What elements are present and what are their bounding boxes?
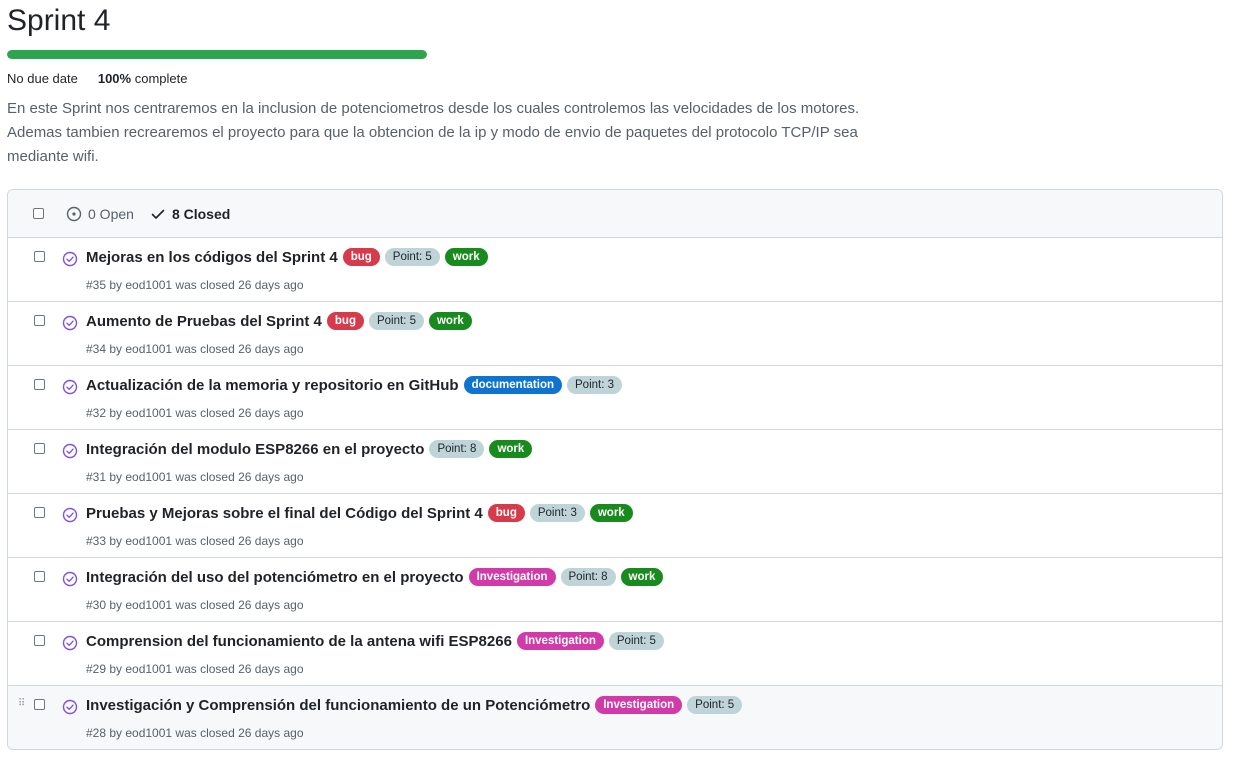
label-investigation[interactable]: Investigation [516, 632, 604, 650]
issue-title-link[interactable]: Investigación y Comprensión del funciona… [86, 697, 590, 714]
milestone-description: En este Sprint nos centraremos en la inc… [7, 97, 947, 169]
issue-title-line: Integración del modulo ESP8266 en el pro… [86, 440, 533, 458]
issue-list: Mejoras en los códigos del Sprint 4 bug Po… [8, 238, 1222, 749]
select-all-checkbox[interactable] [33, 208, 44, 219]
issue-checkbox[interactable] [34, 379, 45, 390]
issue-closed-icon [62, 571, 78, 592]
label-work[interactable]: work [444, 248, 488, 266]
issue-checkbox[interactable] [34, 315, 45, 326]
drag-handle-icon[interactable]: ⠿ [18, 698, 25, 709]
issue-closed-icon [62, 635, 78, 656]
issue-checkbox[interactable] [34, 635, 45, 646]
issue-meta: #35 by eod1001 was closed 26 days ago [86, 278, 304, 292]
completion-text: 100% complete [98, 70, 188, 88]
label-point[interactable]: Point: 5 [368, 312, 424, 330]
label-investigation[interactable]: Investigation [595, 696, 683, 714]
milestone-meta: No due date 100% complete [7, 70, 187, 88]
issue-title-line: Comprension del funcionamiento de la ant… [86, 632, 664, 650]
open-filter-label: 0 Open [88, 205, 134, 222]
issue-meta: #29 by eod1001 was closed 26 days ago [86, 662, 304, 676]
issue-title-link[interactable]: Integración del modulo ESP8266 en el pro… [86, 441, 424, 458]
issue-row[interactable]: Mejoras en los códigos del Sprint 4 bug Po… [8, 238, 1222, 302]
issue-title-link[interactable]: Pruebas y Mejoras sobre el final del Cód… [86, 505, 483, 522]
issue-row[interactable]: Comprension del funcionamiento de la ant… [8, 622, 1222, 686]
closed-filter-tab[interactable]: 8 Closed [150, 206, 230, 222]
issue-closed-icon [62, 379, 78, 400]
issue-row[interactable]: Actualización de la memoria y repositori… [8, 366, 1222, 430]
label-bug[interactable]: bug [342, 248, 380, 266]
label-work[interactable]: work [489, 440, 533, 458]
closed-filter-label: 8 Closed [171, 205, 231, 222]
label-point[interactable]: Point: 5 [687, 696, 743, 714]
issue-title-link[interactable]: Aumento de Pruebas del Sprint 4 [86, 313, 322, 330]
milestone-title: Sprint 4 [7, 4, 111, 37]
issue-row[interactable]: ⠿ Investigación y Comprensión del funcion… [8, 686, 1222, 749]
issue-row[interactable]: Pruebas y Mejoras sobre el final del Cód… [8, 494, 1222, 558]
label-work[interactable]: work [620, 568, 664, 586]
label-work[interactable]: work [428, 312, 472, 330]
label-point[interactable]: Point: 3 [567, 376, 622, 394]
issue-closed-icon [62, 443, 78, 464]
issue-title-link[interactable]: Integración del uso del potenciómetro en… [86, 569, 464, 586]
issue-title-link[interactable]: Comprension del funcionamiento de la ant… [86, 633, 512, 650]
open-filter-tab[interactable]: 0 Open [66, 206, 134, 222]
issue-checkbox[interactable] [34, 699, 45, 710]
label-investigation[interactable]: Investigation [468, 568, 556, 586]
label-point[interactable]: Point: 8 [560, 568, 616, 586]
description-line: En este Sprint nos centraremos en la inc… [7, 100, 860, 117]
label-point[interactable]: Point: 3 [529, 504, 585, 522]
issue-open-icon [66, 206, 82, 222]
label-point[interactable]: Point: 8 [429, 440, 485, 458]
issues-header: 0 Open 8 Closed [8, 190, 1222, 238]
completion-percent: 100% [97, 71, 132, 86]
description-line: mediante wifi. [7, 148, 99, 165]
issue-row[interactable]: Integración del modulo ESP8266 en el pro… [8, 430, 1222, 494]
issue-closed-icon [62, 251, 78, 272]
issue-meta: #28 by eod1001 was closed 26 days ago [86, 726, 304, 740]
progress-bar [7, 50, 427, 59]
issue-title-line: Mejoras en los códigos del Sprint 4 bug Po… [86, 248, 488, 266]
issue-title-line: Integración del uso del potenciómetro en… [86, 568, 664, 586]
issue-meta: #34 by eod1001 was closed 26 days ago [86, 342, 304, 356]
issue-checkbox[interactable] [34, 571, 45, 582]
issue-title-line: Aumento de Pruebas del Sprint 4 bug Point:… [86, 312, 472, 330]
issue-meta: #30 by eod1001 was closed 26 days ago [86, 598, 304, 612]
issue-title-link[interactable]: Actualización de la memoria y repositori… [86, 377, 459, 394]
issue-checkbox[interactable] [34, 507, 45, 518]
label-work[interactable]: work [589, 504, 633, 522]
issue-closed-icon [62, 315, 78, 336]
issue-closed-icon [62, 507, 78, 528]
label-bug[interactable]: bug [487, 504, 525, 522]
description-line: Ademas tambien recrearemos el proyecto p… [7, 124, 858, 141]
issue-meta: #31 by eod1001 was closed 26 days ago [86, 470, 304, 484]
completion-word: complete [134, 71, 188, 86]
issue-row[interactable]: Integración del uso del potenciómetro en… [8, 558, 1222, 622]
check-icon [150, 206, 166, 222]
issue-closed-icon [62, 699, 78, 720]
issue-title-line: Pruebas y Mejoras sobre el final del Cód… [86, 504, 633, 522]
issue-checkbox[interactable] [34, 251, 45, 262]
issue-meta: #33 by eod1001 was closed 26 days ago [86, 534, 304, 548]
label-point[interactable]: Point: 5 [608, 632, 664, 650]
issue-title-link[interactable]: Mejoras en los códigos del Sprint 4 [86, 249, 338, 266]
progress-bar-fill [7, 50, 427, 59]
issues-box: 0 Open 8 Closed Mejoras en los códigos d… [7, 189, 1223, 750]
label-point[interactable]: Point: 5 [384, 248, 440, 266]
label-documentation[interactable]: documentation [463, 376, 562, 394]
label-bug[interactable]: bug [326, 312, 364, 330]
issue-checkbox[interactable] [34, 443, 45, 454]
issue-meta: #32 by eod1001 was closed 26 days ago [86, 406, 304, 420]
issue-row[interactable]: Aumento de Pruebas del Sprint 4 bug Point:… [8, 302, 1222, 366]
due-date-text: No due date [7, 71, 78, 86]
issue-title-line: Investigación y Comprensión del funciona… [86, 696, 743, 714]
issue-title-line: Actualización de la memoria y repositori… [86, 376, 622, 394]
